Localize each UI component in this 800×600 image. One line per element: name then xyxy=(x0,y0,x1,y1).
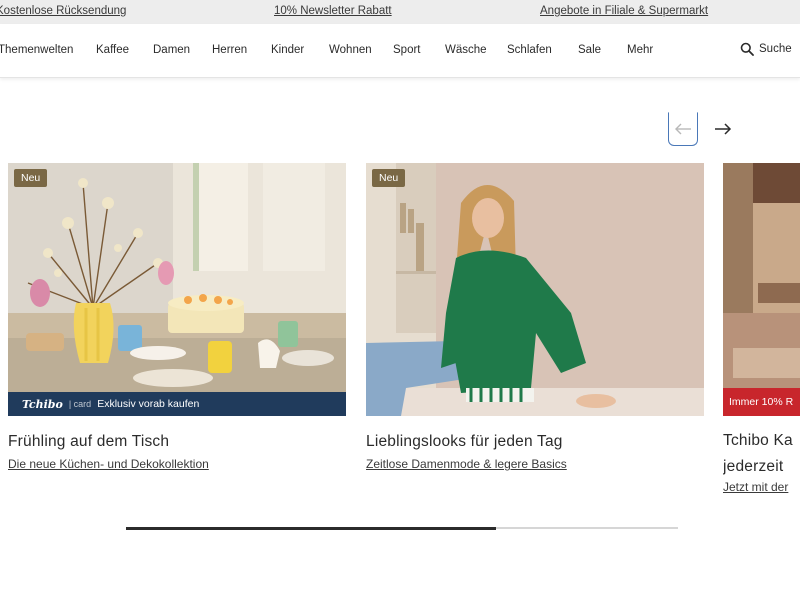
exclusive-bar-text: Exklusiv vorab kaufen xyxy=(97,398,200,410)
promo-bar: Kostenlose Rücksendung 10% Newsletter Ra… xyxy=(0,0,800,24)
nav-item-mehr[interactable]: Mehr xyxy=(627,44,653,56)
badge-new: Neu xyxy=(14,169,48,187)
card-title[interactable]: Tchibo Ka jederzeit xyxy=(723,428,800,480)
carousel-next-button[interactable] xyxy=(710,116,736,142)
carousel-prev-button[interactable] xyxy=(668,112,698,146)
nav-item-schlafen[interactable]: Schlafen xyxy=(507,44,552,56)
search-icon xyxy=(740,42,754,56)
search-label: Suche xyxy=(759,43,792,55)
nav-item-themenwelten[interactable]: Themenwelten xyxy=(0,44,73,56)
nav-item-wohnen[interactable]: Wohnen xyxy=(329,44,372,56)
arrow-left-icon xyxy=(675,123,691,135)
card-title-line1: Tchibo Ka xyxy=(723,432,793,449)
arrow-right-icon xyxy=(715,123,732,135)
promo-link-free-returns[interactable]: Kostenlose Rücksendung xyxy=(0,5,126,17)
nav-item-herren[interactable]: Herren xyxy=(212,44,247,56)
nav-item-sport[interactable]: Sport xyxy=(393,44,421,56)
card-title-line2: jederzeit xyxy=(723,458,784,475)
nav-item-waesche[interactable]: Wäsche xyxy=(445,44,487,56)
nav-item-sale[interactable]: Sale xyxy=(578,44,601,56)
card-subtitle-link[interactable]: Zeitlose Damenmode & legere Basics xyxy=(366,457,704,471)
nav-item-damen[interactable]: Damen xyxy=(153,44,190,56)
card-subtitle-link[interactable]: Jetzt mit der xyxy=(723,480,800,494)
womens-looks-photo xyxy=(366,163,704,416)
carousel-scrollbar[interactable] xyxy=(126,526,678,530)
card-image-tchibo-card[interactable]: Immer 10% R xyxy=(723,163,800,416)
card-title[interactable]: Frühling auf dem Tisch xyxy=(8,433,346,451)
tchibo-logo: Tchibo xyxy=(22,397,63,411)
tchibo-card-logo: | card xyxy=(68,399,92,409)
card-title[interactable]: Lieblingslooks für jeden Tag xyxy=(366,433,704,451)
promo-link-store-offers[interactable]: Angebote in Filiale & Supermarkt xyxy=(540,5,708,17)
nav-item-kinder[interactable]: Kinder xyxy=(271,44,304,56)
promo-link-newsletter-discount[interactable]: 10% Newsletter Rabatt xyxy=(274,5,392,17)
product-card-spring-table[interactable]: Neu Tchibo | card Exklusiv vorab kaufen … xyxy=(8,163,346,471)
card-image-spring-table[interactable]: Neu Tchibo | card Exklusiv vorab kaufen xyxy=(8,163,346,416)
search-button[interactable]: Suche xyxy=(740,42,792,56)
product-card-womens-looks[interactable]: Neu Lieblingslooks für jeden Tag Zeitlos… xyxy=(366,163,704,471)
card-subtitle-link[interactable]: Die neue Küchen- und Dekokollektion xyxy=(8,457,346,471)
badge-new: Neu xyxy=(372,169,406,187)
nav-item-kaffee[interactable]: Kaffee xyxy=(96,44,129,56)
tchibo-card-label: card xyxy=(73,399,92,409)
main-navigation: Themenwelten Kaffee Damen Herren Kinder … xyxy=(0,24,800,78)
promo-badge-red: Immer 10% R xyxy=(723,388,800,416)
spring-table-photo xyxy=(8,163,346,416)
card-image-womens-looks[interactable]: Neu xyxy=(366,163,704,416)
carousel-scrollbar-thumb[interactable] xyxy=(126,526,496,530)
tchibo-card-photo xyxy=(723,163,800,416)
exclusive-bar: Tchibo | card Exklusiv vorab kaufen xyxy=(8,392,346,416)
product-card-tchibo-card[interactable]: Immer 10% R Tchibo Ka jederzeit Jetzt mi… xyxy=(723,163,800,494)
